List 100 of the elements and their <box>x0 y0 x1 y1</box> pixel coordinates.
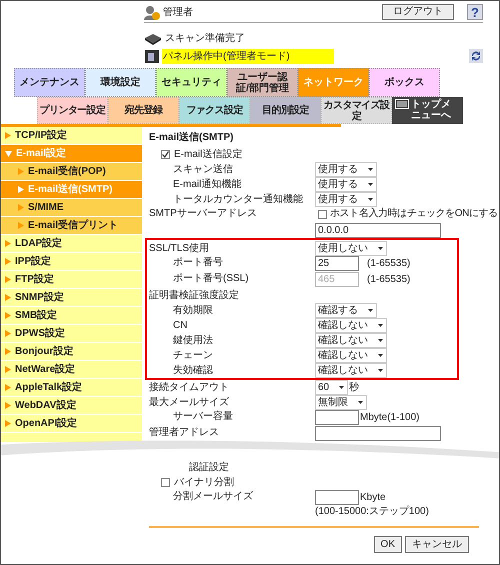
field-label: 証明書検証強度設定 <box>149 290 239 300</box>
caret-right-icon <box>5 258 11 265</box>
field-label: 最大メールサイズ <box>149 396 229 408</box>
refresh-icon <box>469 49 483 63</box>
caret-right-icon <box>5 348 11 355</box>
dropdown[interactable]: 使用する <box>315 162 377 177</box>
nav-tab[interactable]: カスタマイズ設定 <box>321 97 392 124</box>
caret-right-icon <box>5 276 11 283</box>
sidebar-item[interactable]: S/MIME <box>1 199 142 217</box>
check-icon <box>162 151 169 158</box>
caret-icon <box>358 401 363 404</box>
sidebar-item[interactable]: DPWS設定 <box>1 325 142 343</box>
checkbox[interactable] <box>161 478 170 487</box>
form-button[interactable]: OK <box>374 536 402 553</box>
nav-tab[interactable]: 環境設定 <box>85 68 156 97</box>
hint-text: (1-65535) <box>367 272 410 286</box>
user-icon <box>144 4 160 20</box>
input-field[interactable] <box>315 426 441 441</box>
field-label: ポート番号(SSL) <box>173 273 249 284</box>
printer-icon <box>144 48 160 64</box>
nav-tab[interactable]: ボックス <box>369 68 440 97</box>
caret-icon <box>368 168 373 171</box>
sidebar-item[interactable]: SNMP設定 <box>1 289 142 307</box>
hint-text: Mbyte(1-100) <box>360 410 420 424</box>
nav-tab[interactable]: プリンター設定 <box>37 97 108 124</box>
top-menu-button[interactable]: トップメニューへ <box>392 97 463 124</box>
user-name: 管理者 <box>163 6 193 20</box>
sidebar-item[interactable]: FTP設定 <box>1 271 142 289</box>
caret-right-icon <box>18 186 24 193</box>
sidebar-item[interactable]: E-mail受信プリント <box>1 217 142 235</box>
field-label: サーバー容量 <box>173 411 233 422</box>
section-title: E-mail送信(SMTP) <box>149 130 234 145</box>
input-field[interactable] <box>315 490 359 505</box>
field-label: 管理者アドレス <box>149 427 219 438</box>
caret-right-icon <box>18 168 24 175</box>
dropdown[interactable]: 無制限 <box>315 395 367 410</box>
field-label: 分割メールサイズ <box>173 491 253 502</box>
field-label: CN <box>173 320 188 330</box>
sidebar-item[interactable]: IPP設定 <box>1 253 142 271</box>
form-button[interactable]: キャンセル <box>405 536 469 553</box>
input-field[interactable]: 25 <box>315 256 359 271</box>
sidebar-item[interactable]: Bonjour設定 <box>1 343 142 361</box>
sidebar-item[interactable]: NetWare設定 <box>1 361 142 379</box>
checkbox[interactable] <box>161 150 170 159</box>
scanner-icon <box>144 32 162 44</box>
caret-right-icon <box>18 204 24 211</box>
caret-right-icon <box>5 312 11 319</box>
caret-icon <box>339 386 344 389</box>
input-field[interactable]: 0.0.0.0 <box>315 223 441 238</box>
caret-right-icon <box>5 384 11 391</box>
monitor-icon <box>395 99 409 109</box>
dropdown[interactable]: 確認しない <box>315 363 387 378</box>
sidebar-item[interactable]: AppleTalk設定 <box>1 379 142 397</box>
status-text: パネル操作中(管理者モード) <box>162 48 334 64</box>
caret-right-icon <box>5 132 11 139</box>
dropdown[interactable]: 確認しない <box>315 348 387 363</box>
caret-icon <box>378 354 383 357</box>
caret-right-icon <box>5 402 11 409</box>
checkbox-label: ホスト名入力時はチェックをONにする <box>330 207 498 221</box>
input-field[interactable] <box>315 410 359 425</box>
field-label: SMTPサーバーアドレス <box>149 208 257 219</box>
sidebar-item[interactable]: OpenAPI設定 <box>1 415 142 433</box>
caret-icon <box>368 309 373 312</box>
caret-icon <box>378 247 383 250</box>
unit-text: 秒 <box>349 380 360 394</box>
sidebar-item[interactable]: WebDAV設定 <box>1 397 142 415</box>
sidebar-item[interactable]: LDAP設定 <box>1 235 142 253</box>
field-label: バイナリ分割 <box>174 476 234 490</box>
nav-tab[interactable]: 宛先登録 <box>108 97 179 124</box>
field-label: 接続タイムアウト <box>149 382 229 392</box>
dropdown[interactable]: 使用する <box>315 177 377 192</box>
nav-tab[interactable]: 目的別設定 <box>250 97 321 124</box>
dropdown[interactable]: 確認する <box>315 303 377 318</box>
caret-icon <box>368 183 373 186</box>
sidebar-item[interactable]: SMB設定 <box>1 307 142 325</box>
field-label: 鍵使用法 <box>173 334 213 346</box>
checkbox[interactable] <box>318 210 327 218</box>
nav-tab[interactable]: メンテナンス <box>14 68 85 97</box>
caret-right-icon <box>5 330 11 337</box>
logout-button[interactable]: ログアウト <box>382 4 454 20</box>
sidebar-item[interactable]: TCP/IP設定 <box>1 127 142 145</box>
dropdown[interactable]: 確認しない <box>315 333 387 348</box>
hint-text: (1-65535) <box>367 256 410 270</box>
hint-text: (100-15000:ステップ100) <box>315 505 429 519</box>
field-label: スキャン送信 <box>173 164 233 174</box>
sidebar-item[interactable]: E-mail受信(POP) <box>1 163 142 181</box>
dropdown[interactable]: 使用する <box>315 192 377 207</box>
dropdown[interactable]: 使用しない <box>315 241 387 256</box>
field-label: SSL/TLS使用 <box>149 242 210 254</box>
dropdown[interactable]: 60 <box>315 380 348 395</box>
nav-tab[interactable]: ユーザー認証/部門管理 <box>227 68 298 97</box>
nav-tab[interactable]: ファクス設定 <box>179 97 250 124</box>
caret-right-icon <box>5 366 11 373</box>
caret-icon <box>378 339 383 342</box>
nav-tab[interactable]: セキュリティ <box>156 68 227 97</box>
caret-right-icon <box>18 222 24 229</box>
field-label: 有効期限 <box>173 304 213 316</box>
dropdown[interactable]: 確認しない <box>315 318 387 333</box>
help-button[interactable]: ? <box>467 4 483 20</box>
caret-icon <box>368 198 373 201</box>
